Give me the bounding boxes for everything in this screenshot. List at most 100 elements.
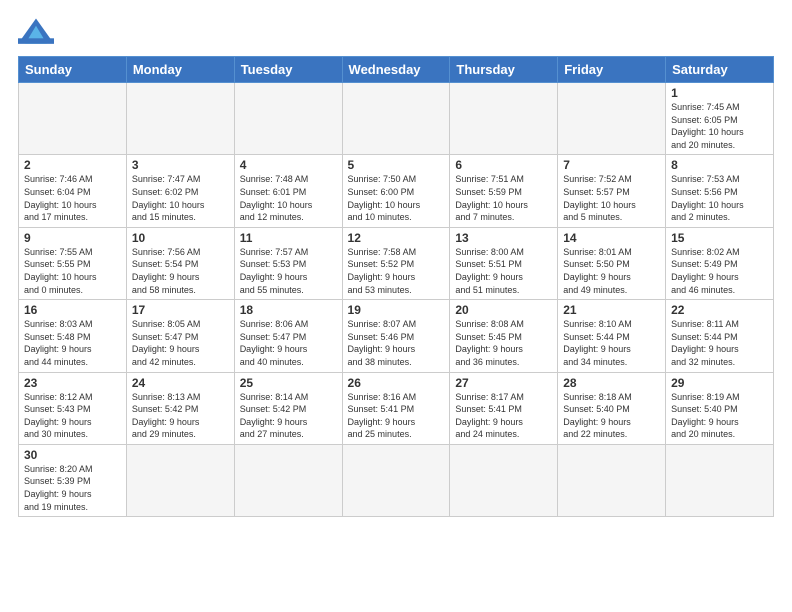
- calendar-cell: [234, 83, 342, 155]
- calendar-cell: 18Sunrise: 8:06 AM Sunset: 5:47 PM Dayli…: [234, 300, 342, 372]
- day-info: Sunrise: 8:14 AM Sunset: 5:42 PM Dayligh…: [240, 391, 337, 441]
- day-info: Sunrise: 7:52 AM Sunset: 5:57 PM Dayligh…: [563, 173, 660, 223]
- day-info: Sunrise: 7:55 AM Sunset: 5:55 PM Dayligh…: [24, 246, 121, 296]
- calendar-cell: 5Sunrise: 7:50 AM Sunset: 6:00 PM Daylig…: [342, 155, 450, 227]
- header: [18, 18, 774, 46]
- day-info: Sunrise: 8:20 AM Sunset: 5:39 PM Dayligh…: [24, 463, 121, 513]
- day-info: Sunrise: 8:07 AM Sunset: 5:46 PM Dayligh…: [348, 318, 445, 368]
- week-row-6: 30Sunrise: 8:20 AM Sunset: 5:39 PM Dayli…: [19, 444, 774, 516]
- day-number: 16: [24, 303, 121, 317]
- weekday-header-saturday: Saturday: [666, 57, 774, 83]
- day-number: 18: [240, 303, 337, 317]
- day-number: 11: [240, 231, 337, 245]
- calendar-cell: 27Sunrise: 8:17 AM Sunset: 5:41 PM Dayli…: [450, 372, 558, 444]
- calendar-cell: [19, 83, 127, 155]
- calendar-cell: 10Sunrise: 7:56 AM Sunset: 5:54 PM Dayli…: [126, 227, 234, 299]
- day-info: Sunrise: 8:18 AM Sunset: 5:40 PM Dayligh…: [563, 391, 660, 441]
- calendar-cell: 30Sunrise: 8:20 AM Sunset: 5:39 PM Dayli…: [19, 444, 127, 516]
- day-number: 1: [671, 86, 768, 100]
- general-blue-logo-icon: [18, 18, 54, 46]
- day-number: 15: [671, 231, 768, 245]
- calendar-cell: 15Sunrise: 8:02 AM Sunset: 5:49 PM Dayli…: [666, 227, 774, 299]
- day-number: 20: [455, 303, 552, 317]
- day-info: Sunrise: 7:50 AM Sunset: 6:00 PM Dayligh…: [348, 173, 445, 223]
- logo: [18, 18, 58, 46]
- day-info: Sunrise: 7:58 AM Sunset: 5:52 PM Dayligh…: [348, 246, 445, 296]
- day-info: Sunrise: 7:57 AM Sunset: 5:53 PM Dayligh…: [240, 246, 337, 296]
- day-number: 13: [455, 231, 552, 245]
- calendar-cell: 2Sunrise: 7:46 AM Sunset: 6:04 PM Daylig…: [19, 155, 127, 227]
- day-number: 4: [240, 158, 337, 172]
- calendar-cell: [126, 83, 234, 155]
- calendar-cell: 12Sunrise: 7:58 AM Sunset: 5:52 PM Dayli…: [342, 227, 450, 299]
- calendar-cell: 26Sunrise: 8:16 AM Sunset: 5:41 PM Dayli…: [342, 372, 450, 444]
- calendar-cell: 24Sunrise: 8:13 AM Sunset: 5:42 PM Dayli…: [126, 372, 234, 444]
- calendar-cell: [450, 83, 558, 155]
- week-row-4: 16Sunrise: 8:03 AM Sunset: 5:48 PM Dayli…: [19, 300, 774, 372]
- week-row-3: 9Sunrise: 7:55 AM Sunset: 5:55 PM Daylig…: [19, 227, 774, 299]
- calendar-cell: 25Sunrise: 8:14 AM Sunset: 5:42 PM Dayli…: [234, 372, 342, 444]
- day-info: Sunrise: 7:53 AM Sunset: 5:56 PM Dayligh…: [671, 173, 768, 223]
- calendar-cell: 22Sunrise: 8:11 AM Sunset: 5:44 PM Dayli…: [666, 300, 774, 372]
- weekday-header-thursday: Thursday: [450, 57, 558, 83]
- week-row-1: 1Sunrise: 7:45 AM Sunset: 6:05 PM Daylig…: [19, 83, 774, 155]
- day-info: Sunrise: 7:48 AM Sunset: 6:01 PM Dayligh…: [240, 173, 337, 223]
- day-info: Sunrise: 8:08 AM Sunset: 5:45 PM Dayligh…: [455, 318, 552, 368]
- day-number: 19: [348, 303, 445, 317]
- day-number: 14: [563, 231, 660, 245]
- day-info: Sunrise: 7:47 AM Sunset: 6:02 PM Dayligh…: [132, 173, 229, 223]
- calendar-cell: 20Sunrise: 8:08 AM Sunset: 5:45 PM Dayli…: [450, 300, 558, 372]
- weekday-header-row: SundayMondayTuesdayWednesdayThursdayFrid…: [19, 57, 774, 83]
- calendar-cell: 28Sunrise: 8:18 AM Sunset: 5:40 PM Dayli…: [558, 372, 666, 444]
- weekday-header-friday: Friday: [558, 57, 666, 83]
- calendar-cell: 1Sunrise: 7:45 AM Sunset: 6:05 PM Daylig…: [666, 83, 774, 155]
- day-info: Sunrise: 7:51 AM Sunset: 5:59 PM Dayligh…: [455, 173, 552, 223]
- calendar-cell: 4Sunrise: 7:48 AM Sunset: 6:01 PM Daylig…: [234, 155, 342, 227]
- day-number: 5: [348, 158, 445, 172]
- day-number: 27: [455, 376, 552, 390]
- day-number: 22: [671, 303, 768, 317]
- calendar-cell: 16Sunrise: 8:03 AM Sunset: 5:48 PM Dayli…: [19, 300, 127, 372]
- day-number: 21: [563, 303, 660, 317]
- day-info: Sunrise: 8:03 AM Sunset: 5:48 PM Dayligh…: [24, 318, 121, 368]
- calendar-cell: [234, 444, 342, 516]
- day-info: Sunrise: 8:05 AM Sunset: 5:47 PM Dayligh…: [132, 318, 229, 368]
- day-number: 29: [671, 376, 768, 390]
- day-info: Sunrise: 7:45 AM Sunset: 6:05 PM Dayligh…: [671, 101, 768, 151]
- day-number: 30: [24, 448, 121, 462]
- day-number: 23: [24, 376, 121, 390]
- day-number: 8: [671, 158, 768, 172]
- calendar-cell: [342, 83, 450, 155]
- day-number: 6: [455, 158, 552, 172]
- day-info: Sunrise: 8:00 AM Sunset: 5:51 PM Dayligh…: [455, 246, 552, 296]
- calendar-cell: 9Sunrise: 7:55 AM Sunset: 5:55 PM Daylig…: [19, 227, 127, 299]
- day-number: 9: [24, 231, 121, 245]
- calendar-cell: 8Sunrise: 7:53 AM Sunset: 5:56 PM Daylig…: [666, 155, 774, 227]
- day-info: Sunrise: 7:56 AM Sunset: 5:54 PM Dayligh…: [132, 246, 229, 296]
- calendar-cell: 7Sunrise: 7:52 AM Sunset: 5:57 PM Daylig…: [558, 155, 666, 227]
- calendar-cell: 6Sunrise: 7:51 AM Sunset: 5:59 PM Daylig…: [450, 155, 558, 227]
- day-info: Sunrise: 8:19 AM Sunset: 5:40 PM Dayligh…: [671, 391, 768, 441]
- day-info: Sunrise: 8:06 AM Sunset: 5:47 PM Dayligh…: [240, 318, 337, 368]
- day-number: 17: [132, 303, 229, 317]
- day-info: Sunrise: 8:13 AM Sunset: 5:42 PM Dayligh…: [132, 391, 229, 441]
- day-info: Sunrise: 8:12 AM Sunset: 5:43 PM Dayligh…: [24, 391, 121, 441]
- weekday-header-sunday: Sunday: [19, 57, 127, 83]
- calendar-cell: 29Sunrise: 8:19 AM Sunset: 5:40 PM Dayli…: [666, 372, 774, 444]
- day-info: Sunrise: 8:02 AM Sunset: 5:49 PM Dayligh…: [671, 246, 768, 296]
- day-number: 26: [348, 376, 445, 390]
- day-number: 24: [132, 376, 229, 390]
- calendar-cell: [126, 444, 234, 516]
- calendar-cell: 23Sunrise: 8:12 AM Sunset: 5:43 PM Dayli…: [19, 372, 127, 444]
- day-number: 10: [132, 231, 229, 245]
- calendar: SundayMondayTuesdayWednesdayThursdayFrid…: [18, 56, 774, 517]
- weekday-header-wednesday: Wednesday: [342, 57, 450, 83]
- day-info: Sunrise: 7:46 AM Sunset: 6:04 PM Dayligh…: [24, 173, 121, 223]
- day-number: 12: [348, 231, 445, 245]
- week-row-5: 23Sunrise: 8:12 AM Sunset: 5:43 PM Dayli…: [19, 372, 774, 444]
- day-info: Sunrise: 8:10 AM Sunset: 5:44 PM Dayligh…: [563, 318, 660, 368]
- week-row-2: 2Sunrise: 7:46 AM Sunset: 6:04 PM Daylig…: [19, 155, 774, 227]
- weekday-header-monday: Monday: [126, 57, 234, 83]
- weekday-header-tuesday: Tuesday: [234, 57, 342, 83]
- calendar-cell: [558, 83, 666, 155]
